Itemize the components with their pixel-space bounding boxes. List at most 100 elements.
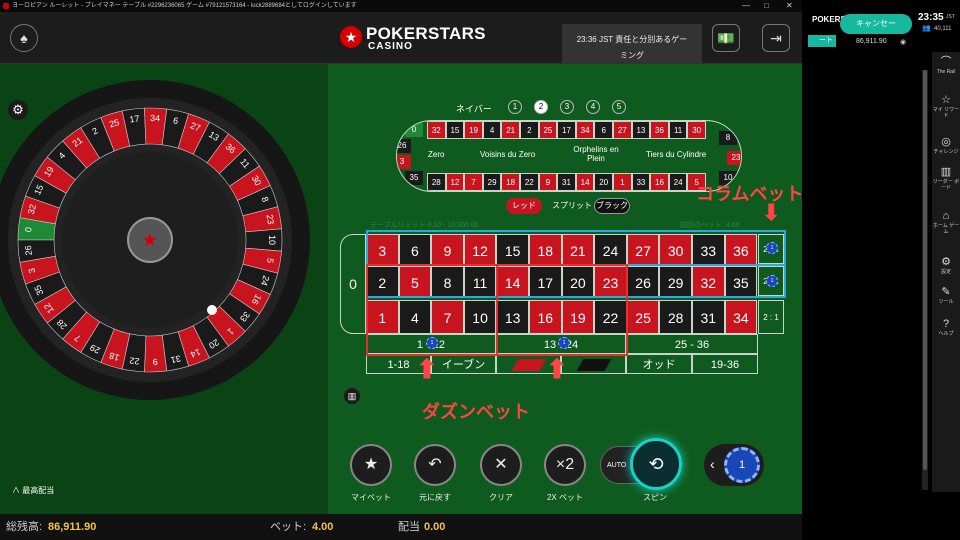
zero-cell[interactable]: 0 <box>340 234 366 334</box>
nav-item-rail[interactable]: ⌒ The Rail <box>932 56 960 75</box>
racetrack-number[interactable]: 21 <box>501 121 520 139</box>
racetrack-number[interactable]: 13 <box>631 121 651 139</box>
nav-item-wrench[interactable]: ✎ ツール <box>932 286 960 305</box>
racetrack-number[interactable]: 8 <box>719 131 737 145</box>
chevron-up-icon: ∧ <box>12 486 23 495</box>
racetrack-number[interactable]: 11 <box>668 121 688 139</box>
racetrack-number[interactable]: 25 <box>538 121 558 139</box>
number-cell[interactable]: 28 <box>659 300 692 334</box>
lobby-spade-icon[interactable]: ♠ <box>10 24 38 52</box>
chip-dozen-1[interactable]: 1 <box>426 337 438 349</box>
section-zero[interactable]: Zero <box>428 150 444 159</box>
close-button[interactable]: ✕ <box>786 0 793 12</box>
status-bar: 総残高: 86,911.90 ベット: 4.00 配当 0.00 <box>0 514 802 540</box>
racetrack-number[interactable]: 1 <box>613 173 632 191</box>
neighbor-option-3[interactable]: 3 <box>560 100 574 114</box>
racetrack-number[interactable]: 35 <box>405 171 423 185</box>
bet-black[interactable] <box>561 354 626 374</box>
chip-selector[interactable]: ‹ 1 <box>704 444 764 486</box>
notice-line-2: ミング <box>620 51 644 60</box>
racetrack-number[interactable]: 4 <box>482 121 502 139</box>
racetrack-number[interactable]: 23 <box>727 151 741 165</box>
racetrack-number[interactable]: 9 <box>538 173 558 191</box>
racetrack-number[interactable]: 30 <box>687 121 706 139</box>
racetrack-number[interactable]: 24 <box>668 173 688 191</box>
racetrack-number[interactable]: 17 <box>557 121 576 139</box>
racetrack-number[interactable]: 26 <box>397 139 411 153</box>
chevron-left-icon[interactable]: ‹ <box>710 456 715 472</box>
nav-item-chart[interactable]: ▥ リーダー ボード <box>932 166 960 191</box>
racetrack-number[interactable]: 12 <box>445 173 465 191</box>
racetrack-number[interactable]: 3 <box>397 155 411 169</box>
cashier-button[interactable]: キャンセー <box>840 14 912 34</box>
number-cell[interactable]: 31 <box>692 300 725 334</box>
nav-item-help[interactable]: ? ヘルプ <box>932 318 960 337</box>
chip-dozen-2[interactable]: 1 <box>558 337 570 349</box>
clear-icon[interactable]: ✕ <box>480 444 522 486</box>
wheel-number: 10 <box>267 235 277 245</box>
statistics-icon[interactable]: ▥ <box>344 388 360 404</box>
racetrack-number[interactable]: 28 <box>427 173 446 191</box>
chip-column-middle[interactable]: 1 <box>766 275 778 287</box>
racetrack-number[interactable]: 34 <box>575 121 595 139</box>
red-split-button[interactable]: レッド <box>506 198 542 214</box>
racetrack-number[interactable]: 14 <box>575 173 595 191</box>
nav-item-target[interactable]: ◎ チャレンジ <box>932 136 960 155</box>
racetrack-number[interactable]: 27 <box>613 121 632 139</box>
double-bet-button[interactable]: ×2 <box>544 444 586 486</box>
racetrack-number[interactable]: 29 <box>482 173 502 191</box>
racetrack-number[interactable]: 7 <box>464 173 483 191</box>
racetrack-number[interactable]: 6 <box>594 121 613 139</box>
racetrack-number[interactable]: 0 <box>405 123 423 137</box>
maximize-button[interactable]: □ <box>764 0 769 12</box>
target-icon: ◎ <box>941 136 951 148</box>
red-diamond-icon <box>511 359 546 372</box>
nav-item-gear[interactable]: ⚙ 設定 <box>932 256 960 275</box>
split-label: スプリット <box>552 201 592 210</box>
exit-icon[interactable]: ⇥ <box>762 24 790 52</box>
minimize-button[interactable]: — <box>742 0 750 12</box>
racetrack-number[interactable]: 15 <box>445 121 465 139</box>
neighbor-option-5[interactable]: 5 <box>612 100 626 114</box>
cashier-icon[interactable]: 💵 <box>712 24 740 52</box>
undo-icon[interactable]: ↶ <box>414 444 456 486</box>
my-bet-star-icon[interactable]: ★ <box>350 444 392 486</box>
racetrack-number[interactable]: 36 <box>650 121 669 139</box>
bet-19-36[interactable]: 19-36 <box>692 354 758 374</box>
high-limits[interactable]: ∧ 最高配当 <box>12 485 54 496</box>
selected-chip[interactable]: 1 <box>724 447 760 483</box>
spin-icon[interactable]: ⟲ <box>630 438 682 490</box>
wrench-icon: ✎ <box>941 286 951 298</box>
pokerstars-logo: ★ POKERSTARS CASINO <box>340 24 500 54</box>
eye-icon[interactable]: ◉ <box>900 38 906 46</box>
scrollbar[interactable] <box>922 70 928 490</box>
section-orphelins[interactable]: Orphelins en Plein <box>572 145 620 163</box>
bet-odd[interactable]: オッド <box>626 354 692 374</box>
nav-item-home[interactable]: ⌂ ホーム ゲーム <box>932 210 960 235</box>
black-split-button[interactable]: ブラック <box>594 198 630 214</box>
nav-item-star[interactable]: ☆ マイ リワード <box>932 94 960 119</box>
racetrack-number[interactable]: 18 <box>501 173 520 191</box>
racetrack-number[interactable]: 31 <box>557 173 576 191</box>
client-green-button[interactable]: ート <box>808 35 836 47</box>
section-voisins[interactable]: Voisins du Zero <box>480 150 535 159</box>
racetrack-number[interactable]: 32 <box>427 121 446 139</box>
neighbor-option-2[interactable]: 2 <box>534 100 548 114</box>
dozen-25-36[interactable]: 25 - 36 <box>626 334 758 354</box>
racetrack-number[interactable]: 2 <box>520 121 539 139</box>
chip-column-top[interactable]: 1 <box>766 242 778 254</box>
neighbor-option-1[interactable]: 1 <box>508 100 522 114</box>
number-cell[interactable]: 34 <box>724 300 758 334</box>
racetrack-number[interactable]: 33 <box>631 173 651 191</box>
number-cell[interactable]: 25 <box>626 300 660 334</box>
racetrack-number[interactable]: 16 <box>650 173 669 191</box>
racetrack-number[interactable]: 20 <box>594 173 613 191</box>
bet-even[interactable]: イーブン <box>431 354 496 374</box>
column-bet-bottom[interactable]: 2 : 1 <box>758 300 784 334</box>
neighbor-option-4[interactable]: 4 <box>586 100 600 114</box>
clear-label: クリア <box>489 493 513 502</box>
scrollbar-thumb[interactable] <box>923 70 927 470</box>
racetrack-number[interactable]: 19 <box>464 121 483 139</box>
racetrack-number[interactable]: 22 <box>520 173 539 191</box>
section-tiers[interactable]: Tiers du Cylindre <box>646 150 706 159</box>
